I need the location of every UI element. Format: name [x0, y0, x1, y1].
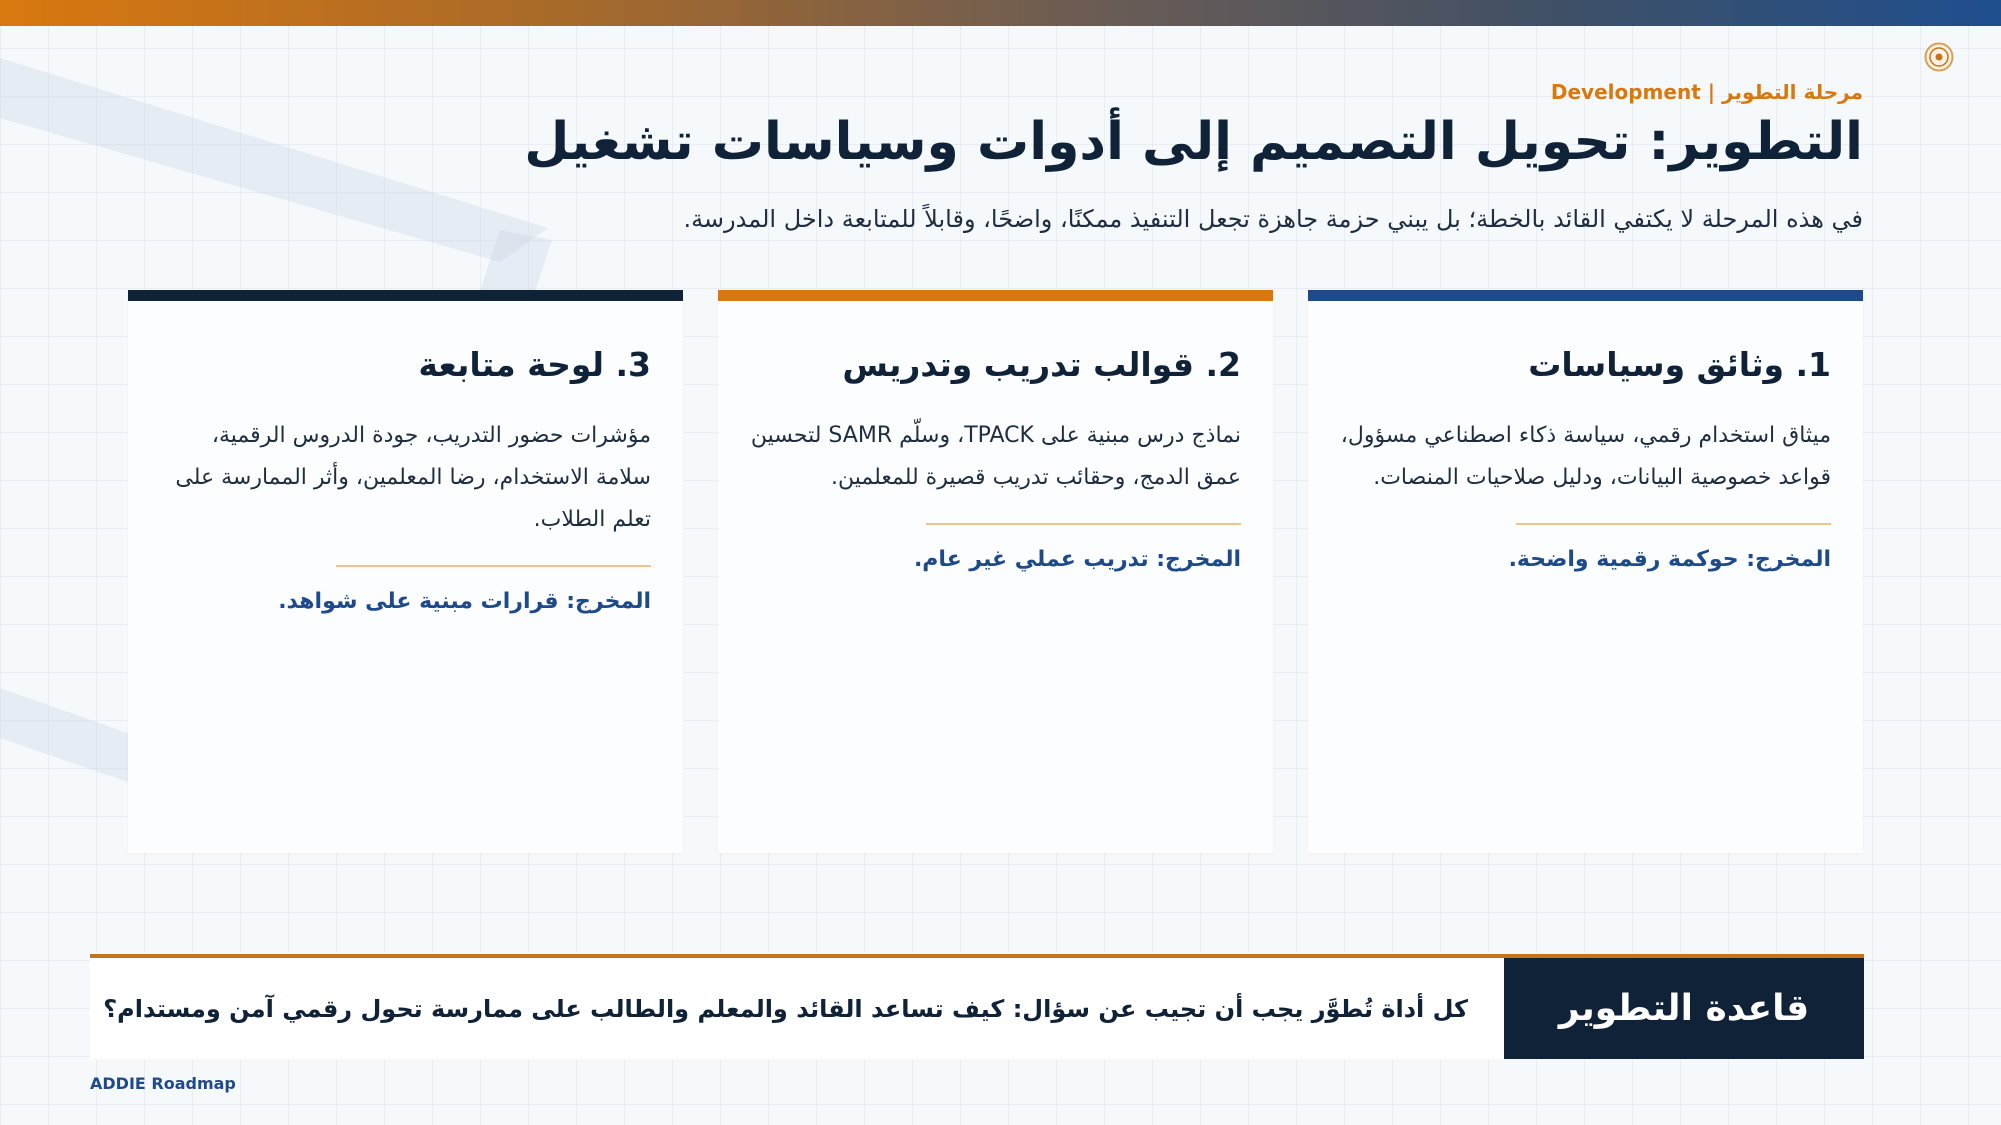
decorative-diagonal-band: [0, 58, 548, 262]
page-title: التطوير: تحويل التصميم إلى أدوات وسياسات…: [524, 112, 1863, 172]
card-title: 1. وثائق وسياسات: [1528, 345, 1831, 384]
card-training-templates: 2. قوالب تدريب وتدريس نماذج درس مبنية عل…: [718, 290, 1273, 853]
card-divider: [1516, 522, 1831, 525]
card-body: مؤشرات حضور التدريب، جودة الدروس الرقمية…: [175, 422, 651, 532]
phase-eyebrow: مرحلة التطوير | Development: [1550, 80, 1863, 104]
card-monitoring-dashboard: 3. لوحة متابعة مؤشرات حضور التدريب، جودة…: [128, 290, 683, 853]
footer-label: ADDIE Roadmap: [90, 1074, 236, 1093]
card-output: المخرج: قرارات مبنية على شواهد.: [278, 588, 651, 614]
page-subtitle: في هذه المرحلة لا يكتفي القائد بالخطة؛ ب…: [683, 205, 1863, 233]
card-divider: [336, 564, 651, 567]
emblem-seal-icon: [1924, 42, 1954, 72]
card-output: المخرج: حوكمة رقمية واضحة.: [1508, 546, 1831, 572]
card-divider: [926, 522, 1241, 525]
card-title: 3. لوحة متابعة: [418, 345, 651, 384]
card-body: ميثاق استخدام رقمي، سياسة ذكاء اصطناعي م…: [1340, 422, 1831, 490]
card-title: 2. قوالب تدريب وتدريس: [842, 345, 1241, 384]
top-accent-bar: [0, 0, 2001, 26]
rule-label: قاعدة التطوير: [1504, 958, 1864, 1059]
rule-text: كل أداة تُطوَّر يجب أن تجيب عن سؤال: كيف…: [103, 994, 1468, 1023]
development-rule-box: قاعدة التطوير كل أداة تُطوَّر يجب أن تجي…: [90, 954, 1864, 1059]
card-body: نماذج درس مبنية على TPACK، وسلّم SAMR لت…: [750, 422, 1241, 490]
card-output: المخرج: تدريب عملي غير عام.: [913, 546, 1241, 572]
card-documents-policies: 1. وثائق وسياسات ميثاق استخدام رقمي، سيا…: [1308, 290, 1863, 853]
